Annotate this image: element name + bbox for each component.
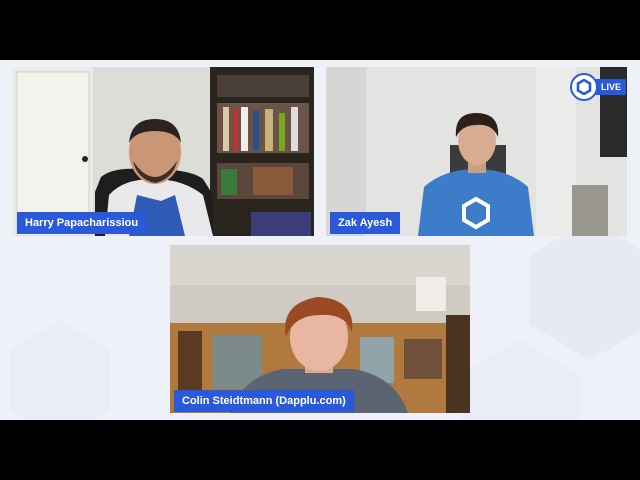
participant-name-colin: Colin Steidtmann (Dapplu.com) — [174, 390, 354, 412]
video-feed-colin — [170, 245, 470, 413]
stream-stage: Harry Papacharissiou Zak Ayesh Colin Ste… — [0, 60, 640, 420]
video-tile-harry[interactable]: Harry Papacharissiou — [13, 67, 314, 236]
participant-name-zak: Zak Ayesh — [330, 212, 401, 234]
video-tile-colin[interactable]: Colin Steidtmann (Dapplu.com) — [170, 245, 470, 413]
live-badge: LIVE — [570, 73, 627, 101]
chainlink-hexagon-icon — [570, 73, 598, 101]
participant-name-harry: Harry Papacharissiou — [17, 212, 147, 234]
video-feed-harry — [13, 67, 314, 236]
